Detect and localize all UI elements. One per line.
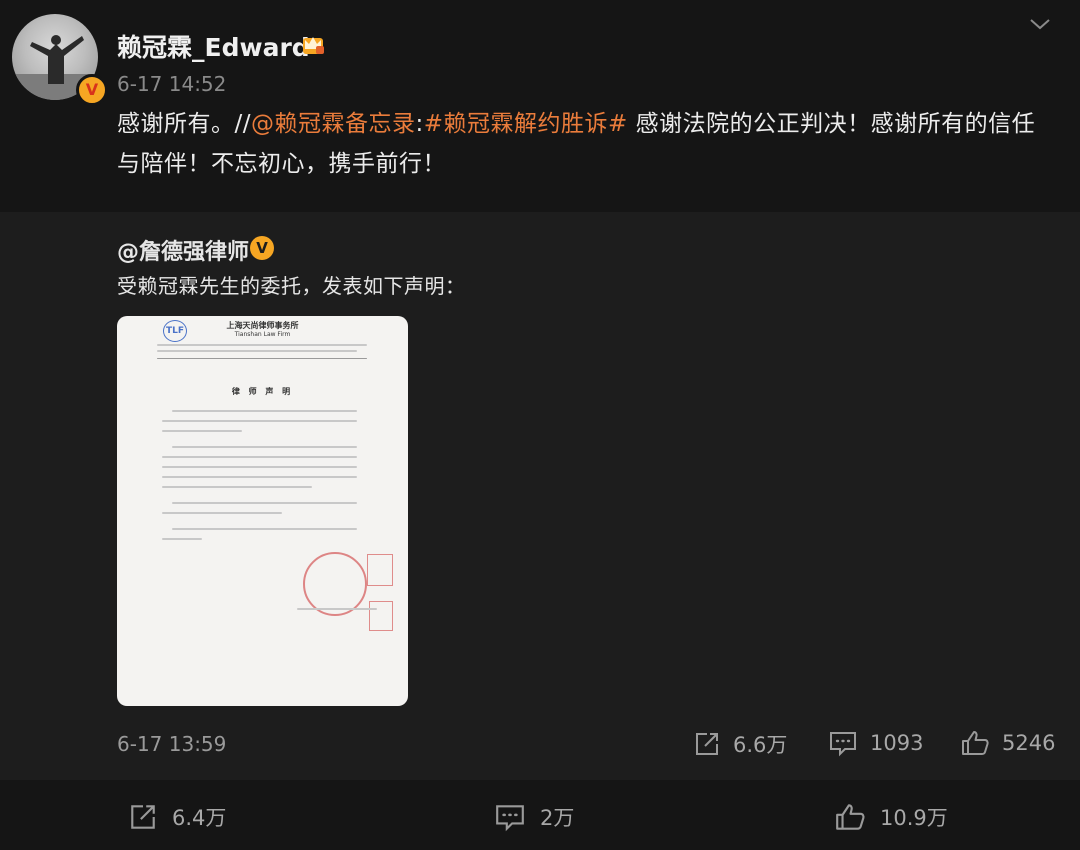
statement-document-image[interactable]: TLF 上海天尚律师事务所 Tianshan Law Firm 律 师 声 明 xyxy=(117,316,408,706)
doc-divider xyxy=(157,358,367,359)
username[interactable]: 赖冠霖_Edward xyxy=(117,28,310,64)
doc-text-line xyxy=(162,420,357,422)
doc-text-line xyxy=(162,466,357,468)
like-count: 10.9万 xyxy=(880,806,948,830)
repost-verified-badge: V xyxy=(250,236,274,260)
doc-text-line xyxy=(162,456,357,458)
like-icon xyxy=(962,731,989,755)
repost-share-button[interactable]: 6.6万 xyxy=(693,729,787,759)
doc-text-line xyxy=(172,446,357,448)
doc-text-line xyxy=(172,410,357,412)
repost-like-count: 5246 xyxy=(1002,731,1056,755)
comment-button[interactable]: 2万 xyxy=(494,802,574,832)
comment-icon xyxy=(496,805,524,832)
doc-text-line xyxy=(162,486,312,488)
like-icon xyxy=(836,804,865,830)
doc-date-line xyxy=(297,608,377,610)
repost-text: 受赖冠霖先生的委托，发表如下声明： xyxy=(117,274,466,298)
post-timestamp: 6-17 14:52 xyxy=(117,72,227,96)
post-text-separator: : xyxy=(415,111,424,137)
verified-badge: V xyxy=(76,74,108,106)
repost-comment-count: 1093 xyxy=(870,731,924,755)
crown-icon xyxy=(303,37,324,54)
post-action-bar: 6.4万 2万 10.9万 xyxy=(0,782,1080,850)
avatar[interactable]: V xyxy=(12,14,108,106)
repost-comment-button[interactable]: 1093 xyxy=(828,729,923,757)
comment-icon xyxy=(830,732,856,757)
law-firm-name-en: Tianshan Law Firm xyxy=(234,331,291,338)
hashtag-link[interactable]: #赖冠霖解约胜诉# xyxy=(424,111,628,137)
post-text: 感谢所有。//@赖冠霖备忘录:#赖冠霖解约胜诉# 感谢法院的公正判决！感谢所有的… xyxy=(117,104,1057,184)
comment-count: 2万 xyxy=(540,806,575,830)
doc-address-line xyxy=(157,344,367,346)
like-button[interactable]: 10.9万 xyxy=(834,802,948,832)
repost-author[interactable]: @詹德强律师 xyxy=(117,234,249,266)
share-button[interactable]: 6.4万 xyxy=(128,802,226,832)
law-firm-seal xyxy=(303,552,367,616)
post-card: V 赖冠霖_Edward 6-17 14:52 感谢所有。//@赖冠霖备忘录:#… xyxy=(0,0,1080,210)
repost-icon xyxy=(696,733,718,755)
doc-text-line xyxy=(162,512,282,514)
share-count: 6.4万 xyxy=(172,806,227,830)
mention-link[interactable]: @赖冠霖备忘录 xyxy=(251,111,416,137)
lawyer-seal xyxy=(367,554,393,586)
doc-text-line xyxy=(162,476,357,478)
repost-card[interactable]: @詹德强律师 V 受赖冠霖先生的委托，发表如下声明： TLF 上海天尚律师事务所… xyxy=(0,212,1080,780)
repost-timestamp: 6-17 13:59 xyxy=(117,732,227,756)
doc-title: 律 师 声 明 xyxy=(231,387,294,396)
repost-share-count: 6.6万 xyxy=(733,733,788,757)
repost-icon xyxy=(131,805,155,829)
repost-like-button[interactable]: 5246 xyxy=(960,729,1055,757)
doc-text-line xyxy=(162,430,242,432)
doc-text-line xyxy=(162,538,202,540)
doc-address-line xyxy=(157,350,357,352)
doc-text-line xyxy=(172,528,357,530)
doc-text-line xyxy=(172,502,357,504)
law-firm-name: 上海天尚律师事务所 xyxy=(226,321,299,330)
chevron-down-icon[interactable] xyxy=(1028,12,1052,36)
post-text-plain: 感谢所有。// xyxy=(117,111,251,137)
lawyer-seal xyxy=(369,601,393,631)
